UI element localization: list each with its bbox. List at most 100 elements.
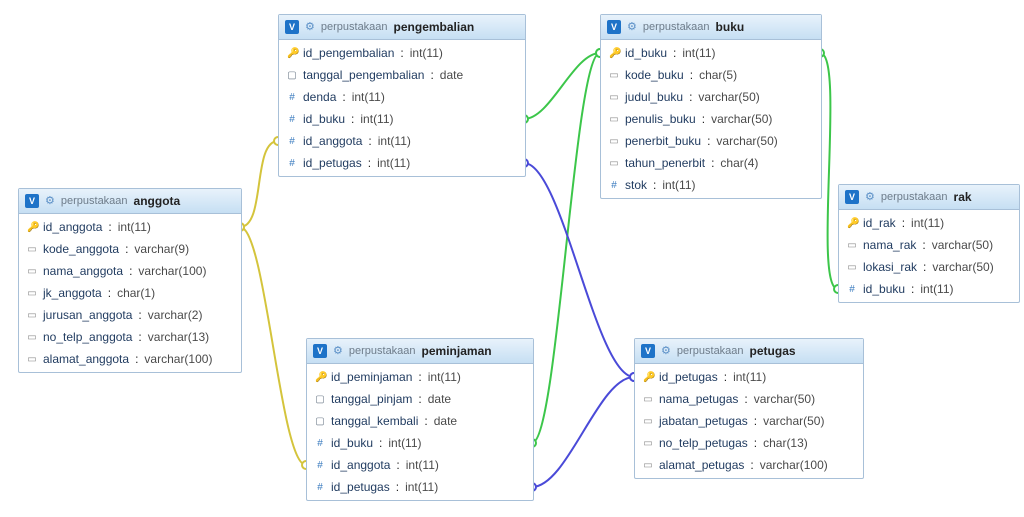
gear-icon[interactable]: ⚙ — [45, 196, 55, 207]
table-header[interactable]: V⚙perpustakaanpetugas — [635, 339, 863, 364]
gear-icon[interactable]: ⚙ — [627, 22, 637, 33]
visibility-icon[interactable]: V — [607, 20, 621, 34]
column-type: varchar(2) — [148, 308, 203, 322]
key-icon: 🔑 — [315, 372, 325, 383]
text-icon: ▭ — [27, 310, 37, 321]
column-row[interactable]: 🔑id_petugas : int(11) — [635, 366, 863, 388]
column-row[interactable]: ▭nama_petugas : varchar(50) — [635, 388, 863, 410]
column-row[interactable]: #id_anggota : int(11) — [307, 454, 533, 476]
table-header[interactable]: V ⚙ perpustakaan anggota — [19, 189, 241, 214]
column-name: id_buku — [331, 436, 373, 450]
text-icon: ▭ — [643, 460, 653, 471]
table-peminjaman[interactable]: V⚙perpustakaanpeminjaman🔑id_peminjaman :… — [306, 338, 534, 501]
column-row[interactable]: ▭alamat_petugas : varchar(100) — [635, 454, 863, 476]
column-name: tanggal_pinjam — [331, 392, 412, 406]
column-row[interactable]: 🔑id_peminjaman : int(11) — [307, 366, 533, 388]
column-row[interactable]: #id_buku : int(11) — [839, 278, 1019, 300]
column-row[interactable]: #stok : int(11) — [601, 174, 821, 196]
column-row[interactable]: #denda : int(11) — [279, 86, 525, 108]
column-type: int(11) — [920, 282, 953, 296]
column-row[interactable]: ▭nama_rak : varchar(50) — [839, 234, 1019, 256]
column-row[interactable]: ▭jabatan_petugas : varchar(50) — [635, 410, 863, 432]
column-row[interactable]: ▭penulis_buku : varchar(50) — [601, 108, 821, 130]
column-type: int(11) — [682, 46, 715, 60]
column-row[interactable]: ▭jurusan_anggota : varchar(2) — [19, 304, 241, 326]
hash-icon: # — [287, 92, 297, 103]
column-type: varchar(100) — [144, 352, 212, 366]
column-row[interactable]: ▢tanggal_kembali : date — [307, 410, 533, 432]
column-type: varchar(50) — [932, 260, 993, 274]
column-name: jurusan_anggota — [43, 308, 132, 322]
table-name: anggota — [134, 194, 181, 208]
column-name: jabatan_petugas — [659, 414, 748, 428]
relation-line — [532, 377, 634, 487]
key-icon: 🔑 — [287, 48, 297, 59]
gear-icon[interactable]: ⚙ — [333, 346, 343, 357]
visibility-icon[interactable]: V — [313, 344, 327, 358]
gear-icon[interactable]: ⚙ — [305, 22, 315, 33]
table-header[interactable]: V⚙perpustakaanpeminjaman — [307, 339, 533, 364]
text-icon: ▭ — [847, 240, 857, 251]
table-rak[interactable]: V⚙perpustakaanrak🔑id_rak : int(11)▭nama_… — [838, 184, 1020, 303]
column-type: date — [434, 414, 457, 428]
column-row[interactable]: ▭tahun_penerbit : char(4) — [601, 152, 821, 174]
column-name: id_buku — [303, 112, 345, 126]
visibility-icon[interactable]: V — [285, 20, 299, 34]
column-name: id_anggota — [331, 458, 390, 472]
table-pengembalian[interactable]: V⚙perpustakaanpengembalian🔑id_pengembali… — [278, 14, 526, 177]
gear-icon[interactable]: ⚙ — [865, 192, 875, 203]
table-petugas[interactable]: V⚙perpustakaanpetugas🔑id_petugas : int(1… — [634, 338, 864, 479]
column-row[interactable]: ▭no_telp_petugas : char(13) — [635, 432, 863, 454]
text-icon: ▭ — [27, 288, 37, 299]
table-anggota[interactable]: V ⚙ perpustakaan anggota 🔑id_anggota : int(1… — [18, 188, 242, 373]
text-icon: ▭ — [27, 354, 37, 365]
column-type: varchar(100) — [760, 458, 828, 472]
table-header[interactable]: V⚙perpustakaanpengembalian — [279, 15, 525, 40]
column-row[interactable]: #id_buku : int(11) — [307, 432, 533, 454]
column-row[interactable]: ▭alamat_anggota : varchar(100) — [19, 348, 241, 370]
column-type: varchar(50) — [932, 238, 993, 252]
table-header[interactable]: V⚙perpustakaanbuku — [601, 15, 821, 40]
column-row[interactable]: ▭lokasi_rak : varchar(50) — [839, 256, 1019, 278]
column-row[interactable]: 🔑id_pengembalian : int(11) — [279, 42, 525, 64]
column-type: int(11) — [360, 112, 393, 126]
column-row[interactable]: #id_petugas : int(11) — [307, 476, 533, 498]
column-type: date — [440, 68, 463, 82]
visibility-icon[interactable]: V — [641, 344, 655, 358]
column-row[interactable]: 🔑id_buku : int(11) — [601, 42, 821, 64]
relation-line — [532, 53, 600, 443]
column-row[interactable]: ▭judul_buku : varchar(50) — [601, 86, 821, 108]
table-header[interactable]: V⚙perpustakaanrak — [839, 185, 1019, 210]
column-row[interactable]: ▢tanggal_pengembalian : date — [279, 64, 525, 86]
column-name: lokasi_rak — [863, 260, 917, 274]
column-row[interactable]: #id_buku : int(11) — [279, 108, 525, 130]
schema-name: perpustakaan — [61, 195, 128, 207]
column-name: stok — [625, 178, 647, 192]
key-icon: 🔑 — [847, 218, 857, 229]
visibility-icon[interactable]: V — [845, 190, 859, 204]
column-row[interactable]: ▭kode_anggota : varchar(9) — [19, 238, 241, 260]
column-row[interactable]: #id_anggota : int(11) — [279, 130, 525, 152]
visibility-icon[interactable]: V — [25, 194, 39, 208]
table-name: buku — [716, 20, 745, 34]
column-type: varchar(50) — [763, 414, 824, 428]
schema-name: perpustakaan — [321, 21, 388, 33]
column-row[interactable]: #id_petugas : int(11) — [279, 152, 525, 174]
column-row[interactable]: ▢tanggal_pinjam : date — [307, 388, 533, 410]
column-name: id_rak — [863, 216, 896, 230]
column-row[interactable]: 🔑id_rak : int(11) — [839, 212, 1019, 234]
column-row[interactable]: ▭jk_anggota : char(1) — [19, 282, 241, 304]
column-name: kode_anggota — [43, 242, 119, 256]
column-row[interactable]: 🔑id_anggota : int(11) — [19, 216, 241, 238]
hash-icon: # — [287, 158, 297, 169]
text-icon: ▭ — [609, 70, 619, 81]
column-row[interactable]: ▭penerbit_buku : varchar(50) — [601, 130, 821, 152]
column-row[interactable]: ▭no_telp_anggota : varchar(13) — [19, 326, 241, 348]
column-row[interactable]: ▭kode_buku : char(5) — [601, 64, 821, 86]
table-buku[interactable]: V⚙perpustakaanbuku🔑id_buku : int(11)▭kod… — [600, 14, 822, 199]
hash-icon: # — [287, 114, 297, 125]
column-type: int(11) — [406, 458, 439, 472]
gear-icon[interactable]: ⚙ — [661, 346, 671, 357]
column-name: id_anggota — [43, 220, 102, 234]
column-row[interactable]: ▭nama_anggota : varchar(100) — [19, 260, 241, 282]
